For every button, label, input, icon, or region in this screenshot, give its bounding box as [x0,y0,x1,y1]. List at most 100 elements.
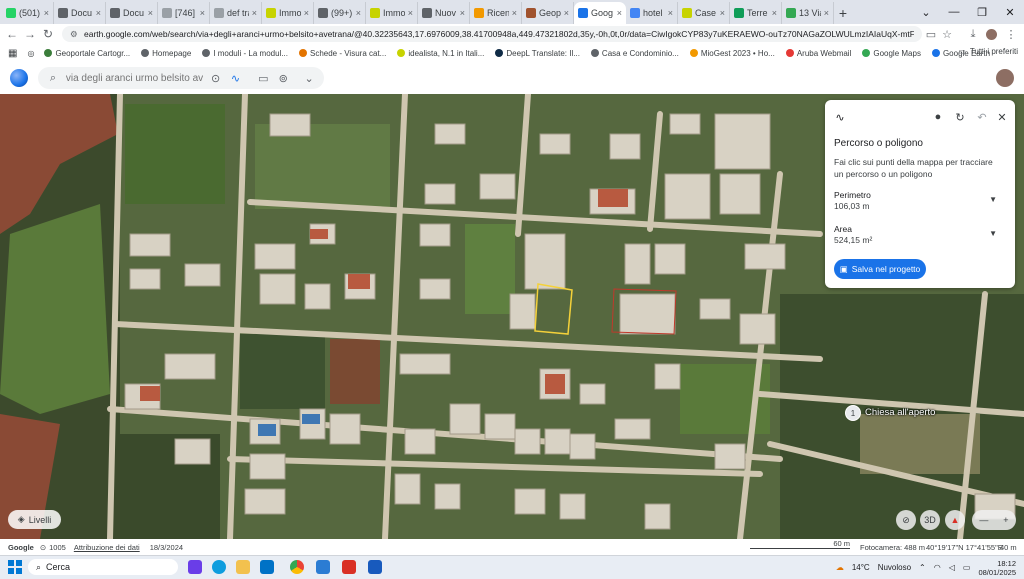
tab-close-icon[interactable]: × [44,8,49,18]
measure-icon[interactable]: ∿ [229,72,243,85]
tab-close-icon[interactable]: × [564,8,569,18]
bookmark-item[interactable]: Casa e Condominio... [590,49,679,58]
file-explorer-icon[interactable] [236,560,250,574]
all-bookmarks-button[interactable]: ▭ Tutti i preferiti [958,47,1018,56]
attribution-link[interactable]: Attribuzione dei dati [74,543,140,552]
area-unit-dropdown[interactable]: ▼ [989,229,997,238]
street-view-icon[interactable]: ⊚ [276,72,290,85]
place-label[interactable]: Chiesa all'aperto [865,407,935,418]
bookmark-item[interactable]: MioGest 2023 • Ho... [689,49,775,58]
chrome-icon[interactable] [290,560,304,574]
bookmark-item[interactable]: Google Maps [862,49,921,58]
imagery-icon[interactable]: ⊙ [40,543,46,552]
apps-icon[interactable]: ▦ [8,48,17,59]
tray-chevron-icon[interactable]: ⌃ [919,563,926,572]
bookmark-item[interactable]: DeepL Translate: Il... [495,49,580,58]
view-3d-button[interactable]: 3D [920,510,940,530]
back-button[interactable]: ← [4,26,20,42]
location-pin-icon[interactable]: ⊙ [209,72,223,85]
undo-icon[interactable]: ↶ [975,110,989,124]
bookmark-item[interactable]: Aruba Webmail [785,49,851,58]
tab-close-icon[interactable]: × [460,8,465,18]
wifi-icon[interactable]: ◠ [934,563,941,572]
url-field[interactable]: ⚙ earth.google.com/web/search/via+degli+… [62,26,922,42]
clock[interactable]: 18:12 08/01/2025 [978,559,1016,577]
perimeter-unit-dropdown[interactable]: ▼ [989,195,997,204]
tab-close-icon[interactable]: × [200,8,205,18]
tab-close-icon[interactable]: × [304,8,309,18]
tab-close-icon[interactable]: × [408,8,413,18]
zoom-out-button[interactable]: — [979,515,988,525]
tab-5[interactable]: Immo × [262,2,314,24]
tab-10[interactable]: Geop × [522,2,574,24]
tab-close-icon[interactable]: × [96,8,101,18]
tab-close-icon[interactable]: × [512,8,517,18]
tab-15[interactable]: 13 Via× [782,2,834,24]
card-view-icon[interactable]: ▭ [256,72,270,85]
tab-close-icon[interactable]: × [617,8,622,18]
search-icon[interactable]: ⌕ [46,72,60,85]
avatar[interactable] [996,69,1014,87]
battery-icon[interactable]: ▭ [963,563,971,572]
cast-icon[interactable]: ▭ [924,27,938,41]
close-window-button[interactable]: ✕ [996,0,1024,24]
zoom-in-button[interactable]: + [1003,515,1008,525]
tab-search-icon[interactable]: ⌄ [912,0,940,24]
tab-7[interactable]: Immo × [366,2,418,24]
google-earth-logo-icon[interactable] [10,69,28,87]
tab-close-icon[interactable]: × [356,8,361,18]
save-to-project-button[interactable]: ▣ Salva nel progetto [834,259,926,279]
bookmark-item[interactable]: I moduli - La modul... [202,49,288,58]
tab-9[interactable]: Ricen × [470,2,522,24]
tab-8[interactable]: Nuov × [418,2,470,24]
tab-1[interactable]: Docu × [54,2,106,24]
tab-close-icon[interactable]: × [148,8,153,18]
profile-icon[interactable] [984,27,998,41]
tab-6[interactable]: (99+) × [314,2,366,24]
tab-12[interactable]: hotel × [626,2,678,24]
bookmark-item[interactable]: idealista, N.1 in Itali... [397,49,484,58]
photos-icon[interactable] [316,560,330,574]
tab-4[interactable]: def tra× [210,2,262,24]
reset-icon[interactable]: ↻ [953,110,967,124]
tab-close-icon[interactable]: × [668,8,673,18]
maximize-button[interactable]: ❐ [968,0,996,24]
volume-icon[interactable]: ◁ [949,563,955,572]
info-icon[interactable]: ● [931,110,945,124]
bookmark-folder-icon[interactable]: ◎ [27,49,34,58]
tab-13[interactable]: Case × [678,2,730,24]
bookmark-item[interactable]: Homepage [141,49,191,58]
windows-start-icon[interactable] [8,560,22,574]
word-icon[interactable] [368,560,382,574]
tab-close-icon[interactable]: × [824,8,829,18]
bookmark-item[interactable]: Schede - Visura cat... [299,49,386,58]
tab-0[interactable]: (501) × [2,2,54,24]
tab-close-icon[interactable]: × [252,8,257,18]
tab-close-icon[interactable]: × [772,8,777,18]
place-marker-icon[interactable]: 1 [845,405,861,421]
compass-icon[interactable]: ▲ [945,510,965,530]
close-icon[interactable]: ✕ [995,110,1009,124]
minimize-button[interactable]: — [940,0,968,24]
layers-button[interactable]: ◈ Livelli [8,510,61,529]
bookmark-item[interactable]: Geoportale Cartogr... [44,49,130,58]
tab-close-icon[interactable]: × [720,8,725,18]
browser-menu-icon[interactable]: ⋮ [1004,27,1018,41]
download-icon[interactable]: ⤓ [966,27,980,41]
mail-icon[interactable] [260,560,274,574]
edge-icon[interactable] [212,560,226,574]
acrobat-icon[interactable] [342,560,356,574]
new-tab-button[interactable]: + [834,2,852,24]
bookmark-star-icon[interactable]: ☆ [940,27,954,41]
reload-button[interactable]: ↻ [40,26,56,42]
tab-14[interactable]: Terre × [730,2,782,24]
taskbar-search[interactable]: ⌕ Cerca [28,559,178,575]
street-view-icon[interactable]: ⊘ [896,510,916,530]
search-input[interactable] [65,72,203,84]
tab-11[interactable]: Goog × [574,2,626,24]
chevron-down-icon[interactable]: ⌄ [302,72,316,85]
tab-3[interactable]: [746] × [158,2,210,24]
weather-icon[interactable]: ☁ [836,563,844,572]
tab-2[interactable]: Docu × [106,2,158,24]
site-info-icon[interactable]: ⚙ [70,29,80,40]
